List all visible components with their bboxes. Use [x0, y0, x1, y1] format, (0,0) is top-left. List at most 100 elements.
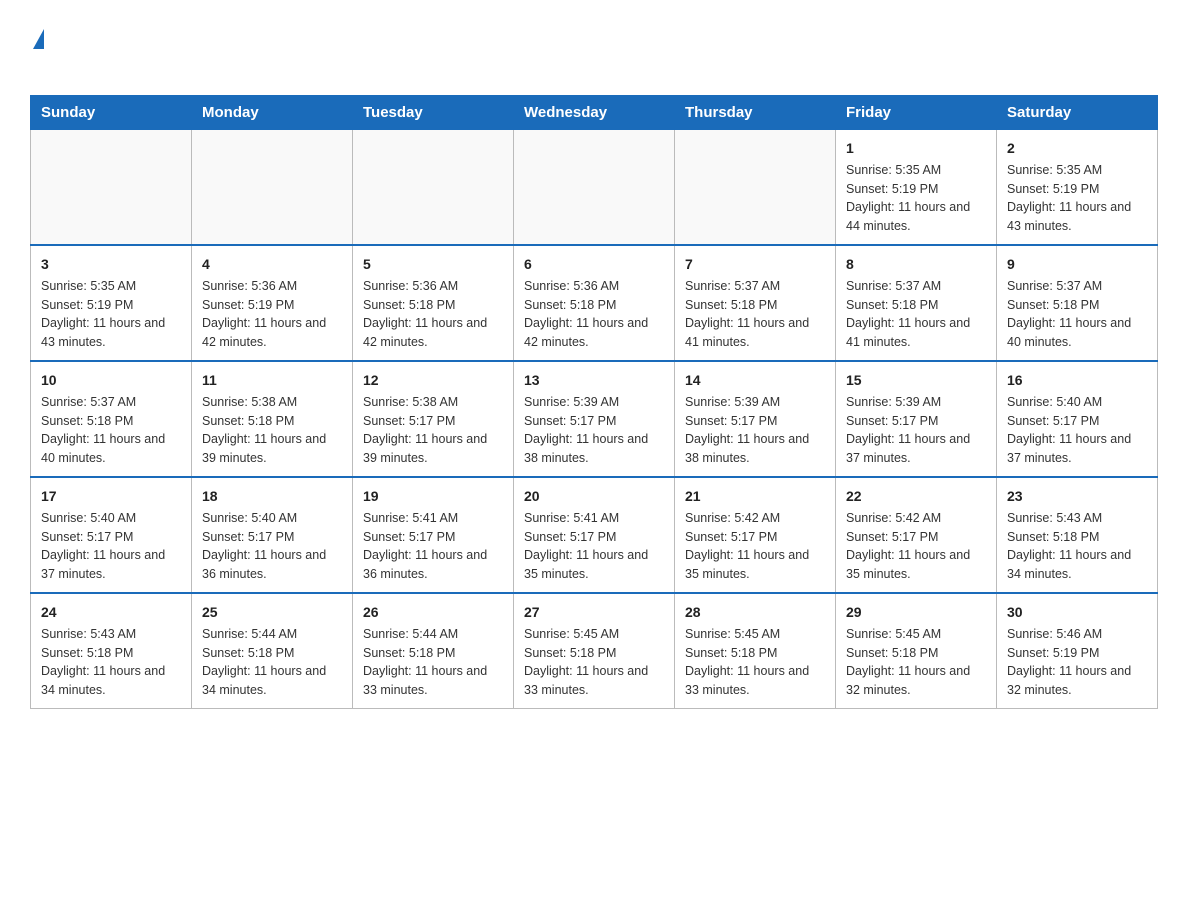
day-number: 3: [41, 254, 181, 275]
day-number: 23: [1007, 486, 1147, 507]
calendar-cell: 24Sunrise: 5:43 AMSunset: 5:18 PMDayligh…: [31, 593, 192, 709]
sunset-text: Sunset: 5:17 PM: [846, 530, 938, 544]
calendar-week-1: 1 Sunrise: 5:35 AM Sunset: 5:19 PM Daylight…: [31, 129, 1158, 245]
daylight-text: Daylight: 11 hours and 36 minutes.: [363, 548, 487, 581]
sunrise-text: Sunrise: 5:35 AM: [846, 163, 941, 177]
day-number: 29: [846, 602, 986, 623]
day-number: 5: [363, 254, 503, 275]
calendar-cell: 13 Sunrise: 5:39 AM Sunset: 5:17 PM Dayligh…: [514, 361, 675, 477]
day-number: 4: [202, 254, 342, 275]
sunrise-text: Sunrise: 5:39 AM: [846, 395, 941, 409]
sunrise-text: Sunrise: 5:35 AM: [1007, 163, 1102, 177]
day-number: 6: [524, 254, 664, 275]
day-number: 13: [524, 370, 664, 391]
calendar-cell: 19Sunrise: 5:41 AMSunset: 5:17 PMDayligh…: [353, 477, 514, 593]
calendar-week-4: 17Sunrise: 5:40 AMSunset: 5:17 PMDayligh…: [31, 477, 1158, 593]
sunset-text: Sunset: 5:17 PM: [41, 530, 133, 544]
sunset-text: Sunset: 5:18 PM: [1007, 530, 1099, 544]
daylight-text: Daylight: 11 hours and 38 minutes.: [524, 432, 648, 465]
weekday-header-saturday: Saturday: [997, 95, 1158, 129]
sunrise-text: Sunrise: 5:45 AM: [846, 627, 941, 641]
daylight-text: Daylight: 11 hours and 35 minutes.: [685, 548, 809, 581]
day-number: 7: [685, 254, 825, 275]
daylight-text: Daylight: 11 hours and 43 minutes.: [1007, 200, 1131, 233]
daylight-text: Daylight: 11 hours and 34 minutes.: [1007, 548, 1131, 581]
daylight-text: Daylight: 11 hours and 39 minutes.: [363, 432, 487, 465]
daylight-text: Daylight: 11 hours and 41 minutes.: [846, 316, 970, 349]
calendar-cell: 18Sunrise: 5:40 AMSunset: 5:17 PMDayligh…: [192, 477, 353, 593]
calendar-cell: 8Sunrise: 5:37 AMSunset: 5:18 PMDaylight…: [836, 245, 997, 361]
daylight-text: Daylight: 11 hours and 40 minutes.: [41, 432, 165, 465]
sunrise-text: Sunrise: 5:36 AM: [524, 279, 619, 293]
day-number: 27: [524, 602, 664, 623]
sunset-text: Sunset: 5:18 PM: [41, 414, 133, 428]
daylight-text: Daylight: 11 hours and 42 minutes.: [202, 316, 326, 349]
sunrise-text: Sunrise: 5:44 AM: [363, 627, 458, 641]
sunset-text: Sunset: 5:19 PM: [41, 298, 133, 312]
daylight-text: Daylight: 11 hours and 32 minutes.: [846, 664, 970, 697]
sunrise-text: Sunrise: 5:38 AM: [363, 395, 458, 409]
day-number: 2: [1007, 138, 1147, 159]
calendar-week-5: 24Sunrise: 5:43 AMSunset: 5:18 PMDayligh…: [31, 593, 1158, 709]
sunrise-text: Sunrise: 5:43 AM: [41, 627, 136, 641]
sunset-text: Sunset: 5:19 PM: [1007, 182, 1099, 196]
day-number: 30: [1007, 602, 1147, 623]
sunset-text: Sunset: 5:17 PM: [685, 530, 777, 544]
calendar-cell: 2 Sunrise: 5:35 AM Sunset: 5:19 PM Daylight…: [997, 129, 1158, 245]
sunrise-text: Sunrise: 5:40 AM: [1007, 395, 1102, 409]
sunset-text: Sunset: 5:17 PM: [202, 530, 294, 544]
sunset-text: Sunset: 5:18 PM: [524, 298, 616, 312]
daylight-text: Daylight: 11 hours and 35 minutes.: [846, 548, 970, 581]
calendar-cell: 28Sunrise: 5:45 AMSunset: 5:18 PMDayligh…: [675, 593, 836, 709]
daylight-text: Daylight: 11 hours and 34 minutes.: [41, 664, 165, 697]
sunset-text: Sunset: 5:18 PM: [202, 414, 294, 428]
sunset-text: Sunset: 5:17 PM: [363, 414, 455, 428]
day-number: 26: [363, 602, 503, 623]
day-number: 18: [202, 486, 342, 507]
daylight-text: Daylight: 11 hours and 32 minutes.: [1007, 664, 1131, 697]
daylight-text: Daylight: 11 hours and 33 minutes.: [685, 664, 809, 697]
sunrise-text: Sunrise: 5:36 AM: [363, 279, 458, 293]
sunset-text: Sunset: 5:18 PM: [202, 646, 294, 660]
day-number: 12: [363, 370, 503, 391]
calendar-cell: 20Sunrise: 5:41 AMSunset: 5:17 PMDayligh…: [514, 477, 675, 593]
logo-triangle-icon: [33, 29, 44, 49]
sunset-text: Sunset: 5:18 PM: [41, 646, 133, 660]
daylight-text: Daylight: 11 hours and 38 minutes.: [685, 432, 809, 465]
day-number: 8: [846, 254, 986, 275]
day-number: 14: [685, 370, 825, 391]
calendar-header-row: SundayMondayTuesdayWednesdayThursdayFrid…: [31, 95, 1158, 129]
calendar-cell: [31, 129, 192, 245]
page-header: [30, 20, 1158, 79]
calendar-cell: 15Sunrise: 5:39 AMSunset: 5:17 PMDayligh…: [836, 361, 997, 477]
calendar-cell: 1Sunrise: 5:35 AMSunset: 5:19 PMDaylight…: [836, 129, 997, 245]
sunset-text: Sunset: 5:18 PM: [846, 298, 938, 312]
daylight-text: Daylight: 11 hours and 42 minutes.: [363, 316, 487, 349]
sunset-text: Sunset: 5:18 PM: [846, 646, 938, 660]
calendar-cell: 6 Sunrise: 5:36 AM Sunset: 5:18 PM Daylight…: [514, 245, 675, 361]
sunrise-text: Sunrise: 5:46 AM: [1007, 627, 1102, 641]
calendar-cell: 4Sunrise: 5:36 AMSunset: 5:19 PMDaylight…: [192, 245, 353, 361]
calendar-cell: 17Sunrise: 5:40 AMSunset: 5:17 PMDayligh…: [31, 477, 192, 593]
weekday-header-friday: Friday: [836, 95, 997, 129]
sunset-text: Sunset: 5:18 PM: [524, 646, 616, 660]
sunrise-text: Sunrise: 5:37 AM: [1007, 279, 1102, 293]
day-number: 16: [1007, 370, 1147, 391]
calendar-cell: 25Sunrise: 5:44 AMSunset: 5:18 PMDayligh…: [192, 593, 353, 709]
calendar-cell: 21Sunrise: 5:42 AMSunset: 5:17 PMDayligh…: [675, 477, 836, 593]
sunset-text: Sunset: 5:17 PM: [524, 414, 616, 428]
sunrise-text: Sunrise: 5:41 AM: [524, 511, 619, 525]
sunrise-text: Sunrise: 5:39 AM: [524, 395, 619, 409]
weekday-header-monday: Monday: [192, 95, 353, 129]
day-number: 10: [41, 370, 181, 391]
sunrise-text: Sunrise: 5:37 AM: [685, 279, 780, 293]
day-number: 1: [846, 138, 986, 159]
day-number: 17: [41, 486, 181, 507]
sunrise-text: Sunrise: 5:35 AM: [41, 279, 136, 293]
daylight-text: Daylight: 11 hours and 37 minutes.: [41, 548, 165, 581]
daylight-text: Daylight: 11 hours and 37 minutes.: [846, 432, 970, 465]
logo: [30, 20, 44, 79]
daylight-text: Daylight: 11 hours and 42 minutes.: [524, 316, 648, 349]
day-number: 20: [524, 486, 664, 507]
sunrise-text: Sunrise: 5:45 AM: [685, 627, 780, 641]
